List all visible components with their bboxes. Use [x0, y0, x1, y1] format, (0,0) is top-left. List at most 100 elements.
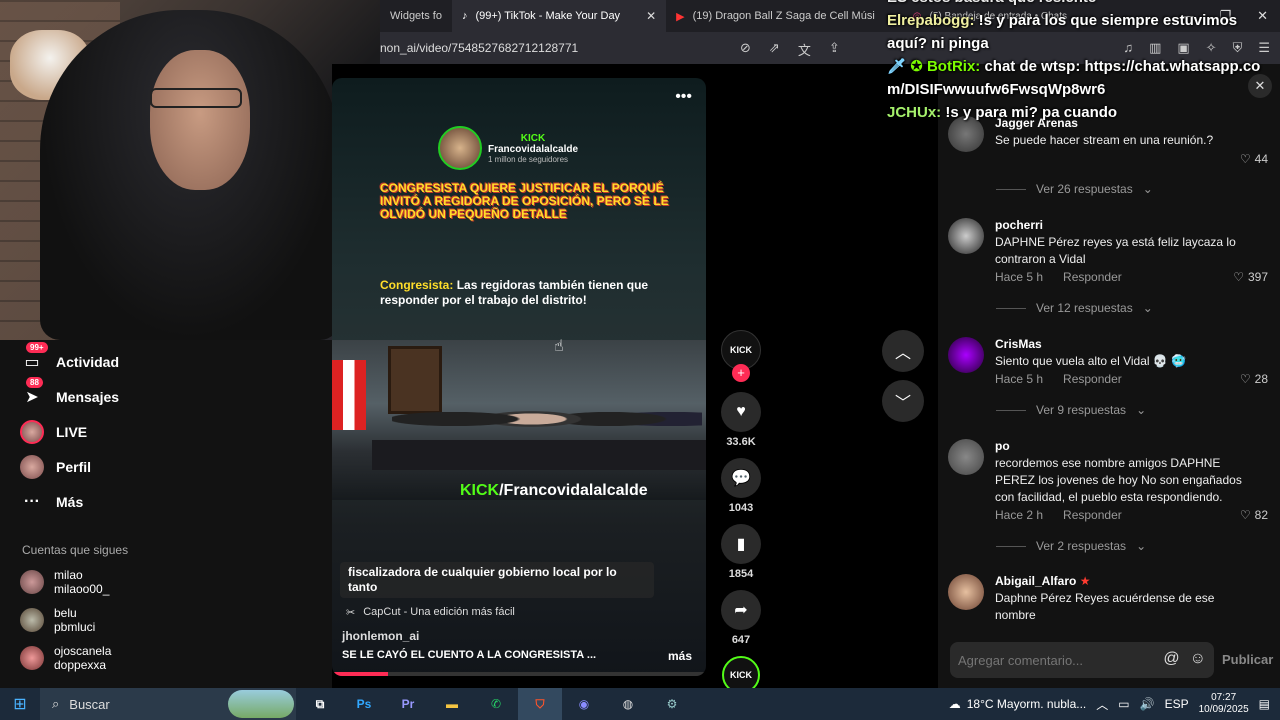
search-icon: ⌕ — [52, 696, 60, 711]
view-replies[interactable]: Ver 26 respuestas ⌄ — [996, 182, 1153, 196]
sidebar-item-mensajes[interactable]: ➤ 88 Mensajes — [20, 377, 119, 409]
following-item[interactable]: belu pbmluci — [20, 606, 95, 634]
following-item[interactable]: ojoscanela doppexxa — [20, 644, 111, 672]
tiktok-sidebar: ▭ 99+ Actividad ➤ 88 Mensajes LIVE Perfil … — [0, 340, 332, 688]
sidebar-item-live[interactable]: LIVE — [20, 420, 87, 444]
comment-input[interactable] — [958, 652, 1148, 668]
more-options-icon[interactable]: ••• — [675, 88, 692, 106]
video-author[interactable]: jhonlemon_ai — [342, 629, 419, 643]
video-headline: CONGRESISTA QUIERE JUSTIFICAR EL PORQUÉ … — [380, 181, 669, 221]
volume-icon[interactable]: 🔊 — [1140, 697, 1155, 711]
like-count: 33.6K — [726, 436, 756, 448]
discord-icon[interactable]: ◉ — [562, 688, 606, 720]
taskbar-apps: ⧉ Ps Pr ▬ ✆ ⛉ ◉ ◍ ⚙ — [298, 688, 694, 720]
premiere-icon[interactable]: Pr — [386, 688, 430, 720]
live-avatar — [20, 420, 44, 444]
people-at-table — [392, 392, 702, 446]
sidebar-item-actividad[interactable]: ▭ 99+ Actividad — [20, 342, 119, 374]
list-item: Abigail_Alfaro ★ Daphne Pérez Reyes acué… — [948, 574, 1278, 624]
photoshop-icon[interactable]: Ps — [342, 688, 386, 720]
chevron-down-icon[interactable]: ﹀ — [882, 380, 924, 422]
reply-button[interactable]: Responder — [1063, 372, 1122, 386]
tiktok-icon: ♪ — [461, 10, 468, 22]
more-link[interactable]: más — [668, 649, 692, 663]
brave-icon[interactable]: ⛉ — [518, 688, 562, 720]
comments-panel: ✕ Jagger Arenas Se puede hacer stream en… — [938, 64, 1280, 688]
mention-icon[interactable]: @ — [1163, 650, 1179, 668]
network-icon[interactable]: ▭ — [1118, 697, 1129, 711]
translate-icon[interactable]: 文 — [798, 40, 811, 59]
like-button[interactable]: ♡ 397 — [1233, 270, 1268, 284]
avatar — [948, 439, 984, 475]
subtitle: fiscalizadora de cualquier gobierno loca… — [340, 562, 654, 598]
save-count: 1854 — [728, 568, 754, 580]
view-replies[interactable]: Ver 9 respuestas ⌄ — [996, 403, 1146, 417]
reply-button[interactable]: Responder — [1063, 508, 1122, 522]
pointer-icon: ☝ — [554, 338, 564, 355]
capcut-link[interactable]: ✂ CapCut - Una edición más fácil — [346, 606, 515, 619]
reply-button[interactable]: Responder — [1063, 270, 1122, 284]
chevron-up-icon[interactable]: ︿ — [882, 330, 924, 372]
file-explorer-icon[interactable]: ▬ — [430, 688, 474, 720]
tab-widgets[interactable]: Widgets fo — [380, 0, 452, 32]
chevron-down-icon: ⌄ — [1142, 182, 1153, 196]
share-icon[interactable]: ⇪ — [829, 40, 840, 59]
obs-icon[interactable]: ◍ — [606, 688, 650, 720]
notification-icon[interactable]: ▤ — [1259, 697, 1270, 711]
list-item: Jagger Arenas Se puede hacer stream en u… — [948, 116, 1278, 196]
comment-icon[interactable]: 💬 — [721, 458, 761, 498]
taskbar-search[interactable]: ⌕ Buscar — [40, 688, 296, 720]
chat-line-partial: ES estos basura que resiente — [887, 0, 1277, 9]
streamer-face — [150, 50, 250, 190]
messages-badge: 88 — [26, 377, 43, 388]
heart-outline-icon: ♡ — [1239, 508, 1251, 522]
follow-plus-icon[interactable]: + — [732, 364, 750, 382]
view-replies[interactable]: Ver 2 respuestas ⌄ — [996, 539, 1146, 553]
sidebar-item-perfil[interactable]: Perfil — [20, 455, 91, 479]
chat-line: JCHUx: !s y para mi? pa cuando — [887, 104, 1118, 121]
open-icon[interactable]: ⇗ — [769, 40, 780, 59]
following-item[interactable]: milao milaoo00_ — [20, 568, 109, 596]
chat-line: Elrepabogg: !s y para los que siempre es… — [887, 12, 1238, 52]
video-progress[interactable] — [332, 672, 706, 676]
avatar — [948, 218, 984, 254]
avatar — [20, 570, 44, 594]
cast-icon[interactable]: ⊘ — [740, 40, 751, 59]
avatar — [20, 608, 44, 632]
glasses — [150, 88, 242, 108]
clock[interactable]: 07:27 10/09/2025 — [1199, 692, 1249, 716]
url-text: non_ai/video/7548527682712128771 — [380, 41, 579, 55]
view-replies[interactable]: Ver 12 respuestas ⌄ — [996, 301, 1153, 315]
tab-tiktok[interactable]: ♪ (99+) TikTok - Make Your Day ✕ — [451, 0, 667, 32]
share-arrow-icon[interactable]: ➦ — [721, 590, 761, 630]
language-indicator[interactable]: ESP — [1165, 697, 1189, 711]
steam-icon[interactable]: ⚙ — [650, 688, 694, 720]
weather-widget[interactable]: ☁ 18°C Mayorm. nubla... — [949, 697, 1087, 711]
activity-badge: 99+ — [26, 342, 48, 353]
video-player[interactable]: ••• KICK Francovidalalcalde 1 millon de … — [332, 78, 706, 676]
whatsapp-icon[interactable]: ✆ — [474, 688, 518, 720]
list-item: pocherri DAPHNE Pérez reyes ya está feli… — [948, 218, 1278, 318]
stream-chat-overlay: ES estos basura que resiente Elrepabogg:… — [887, 0, 1277, 124]
task-view-icon[interactable]: ⧉ — [298, 688, 342, 720]
sidebar-item-mas[interactable]: ··· Más — [20, 490, 83, 514]
emoji-icon[interactable]: ☺ — [1190, 650, 1206, 668]
heart-outline-icon: ♡ — [1239, 372, 1251, 386]
profile-avatar — [20, 455, 44, 479]
post-button[interactable]: Publicar — [1222, 652, 1273, 667]
chevron-up-icon[interactable]: ︿ — [1096, 696, 1108, 713]
congress-scene — [332, 340, 706, 500]
profile-icon — [20, 455, 44, 479]
bookmark-icon[interactable]: ▮ — [721, 524, 761, 564]
like-button[interactable]: ♡ 44 — [1240, 152, 1268, 166]
heart-icon[interactable]: ♥ — [721, 392, 761, 432]
like-button[interactable]: ♡ 82 — [1240, 508, 1268, 522]
tab-youtube[interactable]: ▶ (19) Dragon Ball Z Saga de Cell Músi — [666, 0, 885, 32]
chevron-down-icon: ⌄ — [1142, 301, 1153, 315]
list-item: po recordemos ese nombre amigos DAPHNE P… — [948, 439, 1278, 559]
like-button[interactable]: ♡ 28 — [1240, 372, 1268, 386]
chevron-down-icon: ⌄ — [1136, 539, 1147, 553]
close-icon[interactable]: ✕ — [646, 9, 656, 23]
avatar — [948, 337, 984, 373]
windows-start-icon[interactable]: ⊞ — [0, 688, 40, 720]
